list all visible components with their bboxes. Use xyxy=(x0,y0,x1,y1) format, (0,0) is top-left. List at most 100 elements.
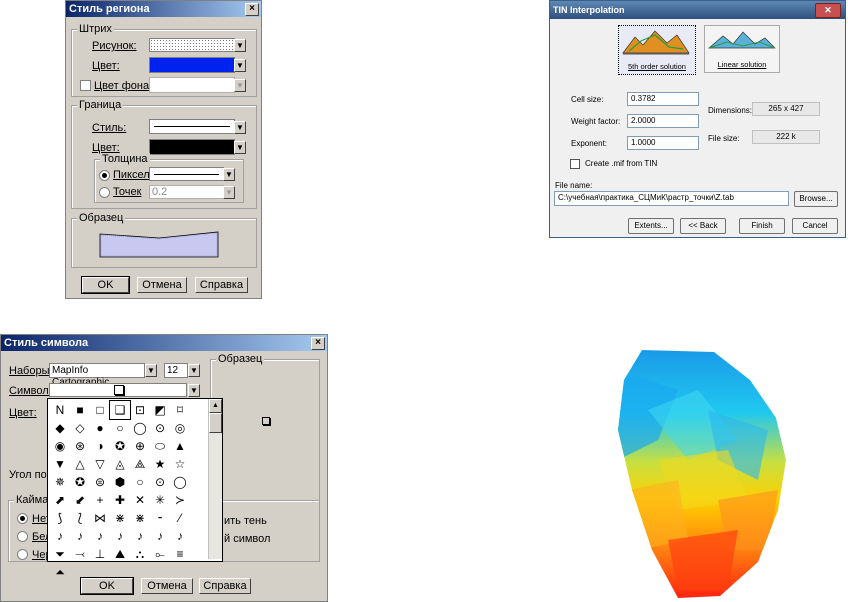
symbol-cell[interactable]: ⬢ xyxy=(110,473,130,491)
symbol-cell[interactable]: ◯ xyxy=(170,473,190,491)
symbol-cell[interactable]: ▲ xyxy=(170,437,190,455)
chevron-down-icon[interactable]: ▼ xyxy=(223,168,235,181)
symbol-cell[interactable]: ⟁ xyxy=(130,455,150,473)
symbol-cell[interactable]: ⟜ xyxy=(150,545,170,563)
symbol-cell[interactable]: ◯ xyxy=(130,419,150,437)
font-select[interactable]: MapInfo Cartographic xyxy=(49,363,145,388)
extents-button[interactable]: Extents... xyxy=(628,218,674,234)
symbol-cell[interactable]: ♪ xyxy=(130,527,150,545)
symbol-cell[interactable]: N xyxy=(50,401,70,419)
pattern-select[interactable] xyxy=(149,38,235,52)
border-style-select[interactable] xyxy=(149,119,235,134)
option-linear[interactable]: Linear solution xyxy=(704,25,780,73)
symbol-cell[interactable]: ⊕ xyxy=(130,437,150,455)
color-select[interactable] xyxy=(149,57,235,73)
symbol-cell[interactable]: ❑ xyxy=(109,400,131,420)
symbol-cell[interactable]: ★ xyxy=(150,455,170,473)
symbol-cell[interactable]: ■ xyxy=(70,401,90,419)
border-color-select[interactable] xyxy=(149,139,235,155)
weight-input[interactable]: 2.0000 xyxy=(627,114,699,128)
symbol-cell[interactable]: ♪ xyxy=(90,527,110,545)
symbol-cell[interactable]: ♪ xyxy=(110,527,130,545)
symbol-cell[interactable]: △ xyxy=(70,455,90,473)
symbol-select[interactable] xyxy=(49,383,187,397)
symbol-cell[interactable]: ✵ xyxy=(50,473,70,491)
symbol-cell[interactable]: ♪ xyxy=(70,527,90,545)
cancel-button[interactable]: Отмена xyxy=(137,277,187,293)
help-button[interactable]: Справка xyxy=(199,578,251,594)
cell-size-input[interactable]: 0.3782 xyxy=(627,92,699,106)
symbol-cell[interactable]: ✕ xyxy=(130,491,150,509)
symbol-cell[interactable]: ♪ xyxy=(170,527,190,545)
symbol-cell[interactable]: ○ xyxy=(130,473,150,491)
points-select[interactable]: 0.2 xyxy=(149,185,224,199)
symbol-cell[interactable]: ♪ xyxy=(150,527,170,545)
chevron-down-icon[interactable]: ▼ xyxy=(188,364,200,377)
close-icon[interactable]: ✕ xyxy=(815,3,841,18)
pixel-select[interactable] xyxy=(149,167,224,181)
chevron-down-icon[interactable]: ▼ xyxy=(188,384,200,397)
browse-button[interactable]: Browse... xyxy=(794,191,838,207)
symbol-cell[interactable]: ● xyxy=(90,419,110,437)
symbol-cell[interactable]: ✪ xyxy=(110,437,130,455)
symbol-cell[interactable]: ◆ xyxy=(50,419,70,437)
picker-scrollbar[interactable]: ▲ xyxy=(208,399,222,559)
chevron-down-icon[interactable]: ▼ xyxy=(234,141,246,154)
symbol-cell[interactable]: ◩ xyxy=(150,401,170,419)
back-button[interactable]: << Back xyxy=(680,218,726,234)
finish-button[interactable]: Finish xyxy=(739,218,785,234)
chevron-down-icon[interactable]: ▼ xyxy=(234,79,246,92)
symbol-cell[interactable]: ✳ xyxy=(150,491,170,509)
size-select[interactable]: 12 xyxy=(164,363,188,378)
symbol-cell[interactable]: ⬈ xyxy=(50,491,70,509)
symbol-cell[interactable]: ⊥ xyxy=(90,545,110,563)
symbol-cell[interactable]: ⛬ xyxy=(130,545,150,563)
chevron-down-icon[interactable]: ▼ xyxy=(234,59,246,72)
border-white-radio[interactable] xyxy=(17,531,28,542)
symbol-cell[interactable]: ⊛ xyxy=(70,437,90,455)
create-mif-checkbox[interactable] xyxy=(570,159,580,169)
symbol-cell[interactable]: ⊙ xyxy=(150,473,170,491)
points-radio[interactable] xyxy=(99,187,110,198)
symbol-cell[interactable]: ⋈ xyxy=(90,509,110,527)
chevron-down-icon[interactable]: ▼ xyxy=(234,121,246,134)
symbol-cell[interactable]: ⟅ xyxy=(70,509,90,527)
symbol-cell[interactable]: □ xyxy=(90,401,110,419)
chevron-down-icon[interactable]: ▼ xyxy=(234,39,246,52)
symbol-cell[interactable]: ✚ xyxy=(110,491,130,509)
scroll-thumb[interactable] xyxy=(209,413,222,433)
symbol-cell[interactable]: ⋇ xyxy=(110,509,130,527)
symbol-cell[interactable]: ◑ xyxy=(90,437,110,455)
filename-input[interactable]: C:\учебная\практика_СЦМиК\растр_точки\Z.… xyxy=(554,191,789,206)
chevron-down-icon[interactable]: ▼ xyxy=(223,186,235,199)
chevron-down-icon[interactable]: ▼ xyxy=(145,364,157,377)
help-button[interactable]: Справка xyxy=(195,277,248,293)
symbol-cell[interactable]: ⊡ xyxy=(130,401,150,419)
symbol-cell[interactable]: ◉ xyxy=(50,437,70,455)
symbol-cell[interactable]: ◇ xyxy=(70,419,90,437)
symbol-cell[interactable]: ☆ xyxy=(170,455,190,473)
symbol-cell[interactable]: + xyxy=(90,491,110,509)
symbol-cell[interactable]: ◬ xyxy=(110,455,130,473)
close-icon[interactable]: × xyxy=(245,3,259,16)
symbol-cell[interactable]: ♪ xyxy=(50,527,70,545)
symbol-cell[interactable]: ⊙ xyxy=(150,419,170,437)
symbol-cell[interactable]: ⬭ xyxy=(150,437,170,455)
border-none-radio[interactable] xyxy=(17,513,28,524)
exponent-input[interactable]: 1.0000 xyxy=(627,136,699,150)
symbol-cell[interactable]: ▼ xyxy=(50,455,70,473)
symbol-cell[interactable]: ⏷ xyxy=(50,545,70,563)
symbol-cell[interactable]: ⛰ xyxy=(110,545,130,563)
scroll-up-icon[interactable]: ▲ xyxy=(209,399,222,413)
symbol-cell[interactable]: ⌑ xyxy=(170,401,190,419)
symbol-cell[interactable]: ⏶ xyxy=(50,563,70,581)
pixel-radio[interactable] xyxy=(99,170,110,181)
bg-color-select[interactable] xyxy=(149,77,235,93)
close-icon[interactable]: × xyxy=(311,337,325,350)
symbol-cell[interactable]: ⤙ xyxy=(70,545,90,563)
bg-color-checkbox[interactable] xyxy=(80,80,91,91)
symbol-cell[interactable]: ✪ xyxy=(70,473,90,491)
ok-button[interactable]: OK xyxy=(80,577,134,595)
symbol-cell[interactable]: ◎ xyxy=(170,419,190,437)
symbol-cell[interactable]: ≻ xyxy=(170,491,190,509)
